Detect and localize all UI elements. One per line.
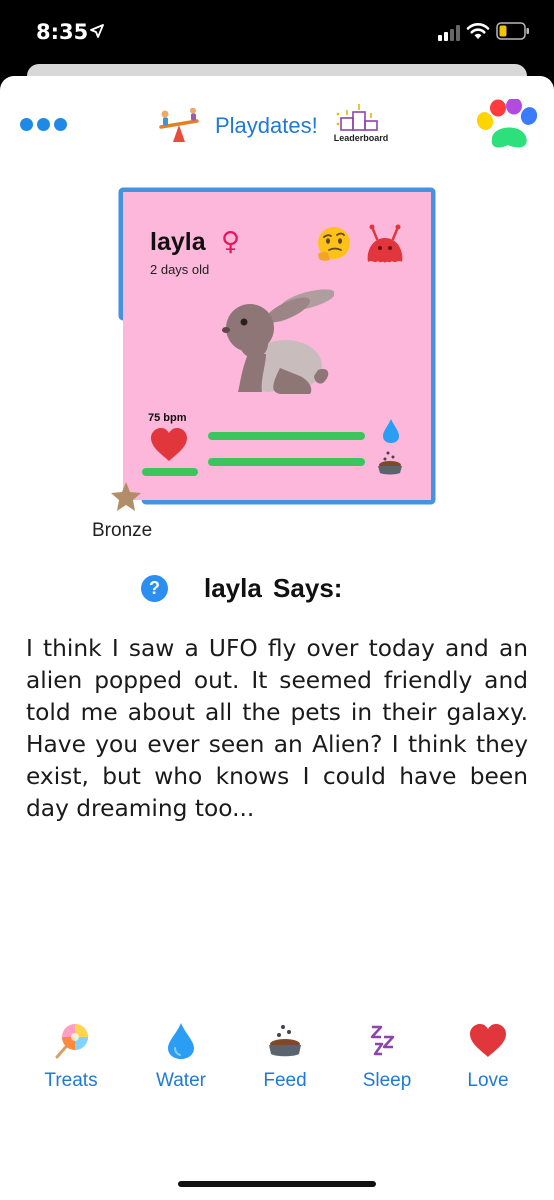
podium-icon <box>336 104 378 131</box>
female-symbol-icon: ♀ <box>221 227 241 257</box>
cellular-signal-icon <box>438 25 460 41</box>
status-time: 8:35 <box>36 20 89 44</box>
rabbit-pet-image[interactable] <box>218 288 334 396</box>
leaderboard-label: Leaderboard <box>333 133 389 143</box>
food-bowl-icon <box>269 1025 301 1057</box>
rank-label: Bronze <box>92 520 153 541</box>
more-options-button[interactable] <box>20 118 76 132</box>
sleep-zzz-icon <box>370 1025 395 1056</box>
thinking-face-icon <box>318 227 350 261</box>
dot-icon <box>20 118 33 131</box>
water-drop-icon <box>168 1023 194 1059</box>
lollipop-icon <box>55 1024 88 1059</box>
dot-icon <box>37 118 50 131</box>
heart-icon <box>470 1024 506 1057</box>
home-indicator[interactable] <box>178 1181 376 1187</box>
love-label: Love <box>467 1070 509 1091</box>
treats-label: Treats <box>44 1070 98 1091</box>
heart-rate-label: 75 bpm <box>148 412 187 424</box>
dot-icon <box>54 118 67 131</box>
treats-button[interactable]: Treats <box>26 1018 116 1092</box>
bronze-star-icon <box>111 482 141 511</box>
sleep-button[interactable]: Sleep <box>342 1018 432 1092</box>
seesaw-icon <box>159 108 199 142</box>
rainbow-paw-icon[interactable] <box>476 99 540 151</box>
speech-title: layla Says: <box>204 573 343 603</box>
feed-label: Feed <box>263 1070 307 1091</box>
water-stat-bar <box>208 432 365 440</box>
feed-button[interactable]: Feed <box>240 1018 330 1092</box>
food-bowl-icon <box>378 451 402 475</box>
wifi-icon <box>466 23 490 39</box>
sleep-label: Sleep <box>362 1070 412 1091</box>
love-stat-bar <box>142 468 198 476</box>
playdates-link[interactable]: Playdates! <box>215 113 318 139</box>
heart-icon <box>151 428 187 461</box>
alien-monster-icon <box>367 224 403 263</box>
status-bar: 8:35 <box>0 0 554 66</box>
leaderboard-button[interactable]: Leaderboard <box>330 102 392 146</box>
help-button[interactable]: ? <box>141 575 168 602</box>
water-button[interactable]: Water <box>136 1018 226 1092</box>
pet-age: 2 days old <box>150 262 210 277</box>
food-stat-bar <box>208 458 365 466</box>
pet-name: layla <box>150 228 206 256</box>
love-button[interactable]: Love <box>443 1018 533 1092</box>
location-arrow-icon <box>90 24 104 38</box>
battery-icon <box>496 22 529 40</box>
water-label: Water <box>156 1070 206 1091</box>
speech-message: I think I saw a UFO fly over today and a… <box>26 635 528 822</box>
water-drop-icon <box>383 419 399 443</box>
